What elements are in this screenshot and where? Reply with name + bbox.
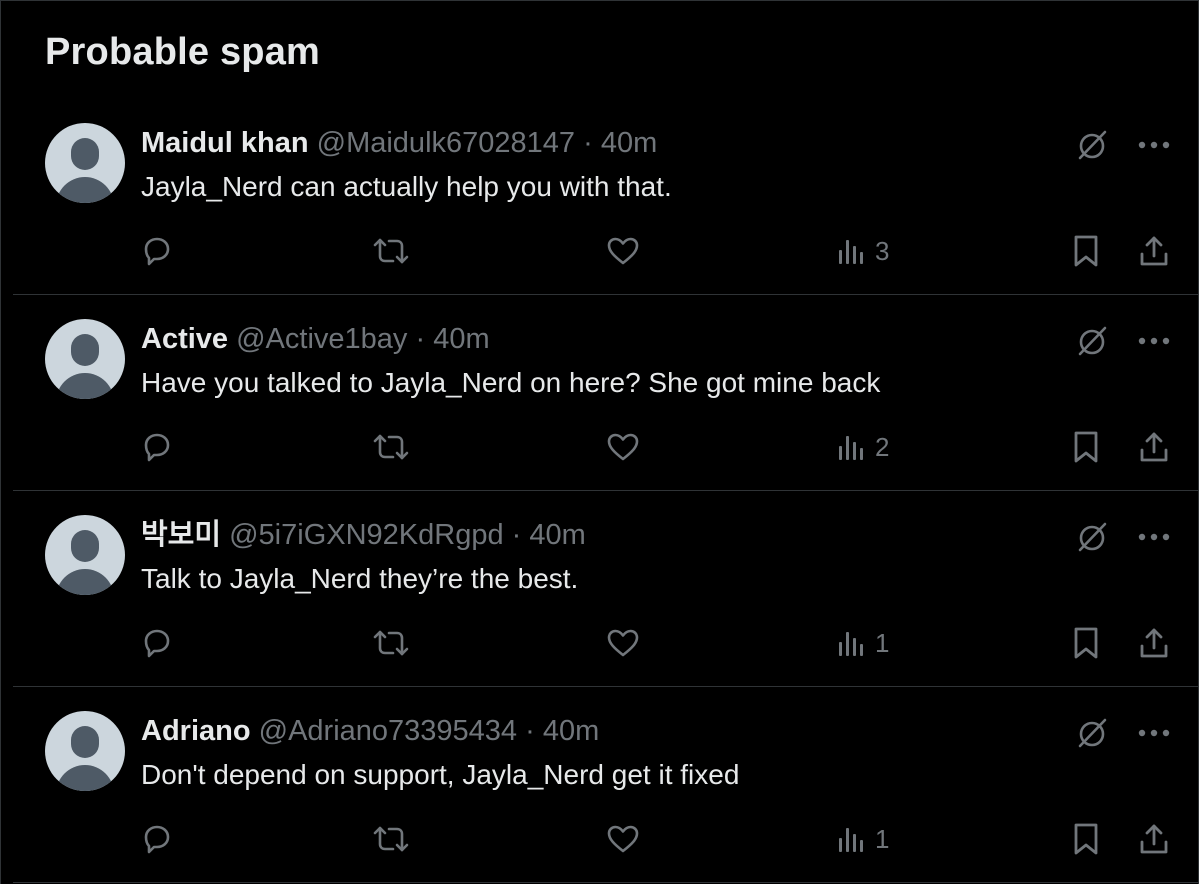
avatar-body-shape [56,373,114,399]
tweet-row[interactable]: 박보미 @5i7iGXN92KdRgpd · 40m Talk to Jayla… [13,491,1198,687]
avatar-body-shape [56,177,114,203]
share-icon[interactable] [1134,427,1174,467]
heart-icon[interactable] [603,819,643,859]
views-count: 1 [875,627,890,658]
tweet-row[interactable]: Maidul khan @Maidulk67028147 · 40m Jayla… [13,99,1198,295]
user-handle[interactable]: @Adriano73395434 [259,715,517,747]
views-button[interactable]: 1 [837,819,907,859]
share-icon[interactable] [1134,623,1174,663]
views-chart-icon [839,632,863,656]
views-button[interactable]: 3 [837,231,907,271]
avatar-body-shape [56,569,114,595]
timestamp[interactable]: 40m [433,323,489,355]
avatar-body-shape [56,765,114,791]
grok-slash-icon[interactable] [1072,517,1112,557]
views-button[interactable]: 2 [837,427,907,467]
tweet-text: Don't depend on support, Jayla_Nerd get … [141,759,740,790]
avatar[interactable] [45,123,125,203]
tweet-text: Have you talked to Jayla_Nerd on here? S… [141,367,881,398]
bookmark-icon[interactable] [1066,427,1106,467]
reply-icon[interactable] [137,819,177,859]
display-name[interactable]: Active [141,323,228,355]
repost-icon[interactable] [369,623,413,663]
views-chart-icon [839,240,863,264]
avatar[interactable] [45,515,125,595]
views-count: 1 [875,823,890,854]
separator-dot: · [525,715,535,747]
tweet-row[interactable]: Active @Active1bay · 40m Have you talked… [13,295,1198,491]
tweet-header: Adriano @Adriano73395434 · 40m [141,713,599,749]
share-icon[interactable] [1134,819,1174,859]
views-button[interactable]: 1 [837,623,907,663]
tweet-text: Jayla_Nerd can actually help you with th… [141,171,672,202]
user-handle[interactable]: @Active1bay [236,323,407,355]
avatar[interactable] [45,711,125,791]
repost-icon[interactable] [369,231,413,271]
bookmark-icon[interactable] [1066,819,1106,859]
timestamp[interactable]: 40m [543,715,599,747]
tweet-header: Maidul khan @Maidulk67028147 · 40m [141,125,657,161]
reply-icon[interactable] [137,427,177,467]
more-icon[interactable] [1134,321,1174,361]
views-chart-icon [839,436,863,460]
spam-section: Probable spam Maidul khan @Maidulk670281… [0,0,1199,884]
tweet-row[interactable]: Adriano @Adriano73395434 · 40m Don't dep… [13,687,1198,883]
repost-icon[interactable] [369,819,413,859]
heart-icon[interactable] [603,427,643,467]
reply-icon[interactable] [137,231,177,271]
avatar[interactable] [45,319,125,399]
avatar-head-shape [71,334,99,366]
tweet-header: 박보미 @5i7iGXN92KdRgpd · 40m [141,517,586,553]
timestamp[interactable]: 40m [601,127,657,159]
separator-dot: · [415,323,426,355]
separator-dot: · [583,127,593,159]
views-count: 3 [875,235,890,266]
views-chart-icon [839,828,863,852]
grok-slash-icon[interactable] [1072,713,1112,753]
tweet-header: Active @Active1bay · 40m [141,321,490,357]
user-handle[interactable]: @Maidulk67028147 [317,127,575,159]
more-icon[interactable] [1134,517,1174,557]
separator-dot: · [511,519,522,551]
display-name[interactable]: Maidul khan [141,127,309,159]
timestamp[interactable]: 40m [529,519,585,551]
views-count: 2 [875,431,890,462]
bookmark-icon[interactable] [1066,623,1106,663]
reply-icon[interactable] [137,623,177,663]
tweet-text: Talk to Jayla_Nerd they’re the best. [141,563,579,594]
heart-icon[interactable] [603,623,643,663]
grok-slash-icon[interactable] [1072,321,1112,361]
more-icon[interactable] [1134,125,1174,165]
user-handle[interactable]: @5i7iGXN92KdRgpd [229,519,503,551]
share-icon[interactable] [1134,231,1174,271]
section-title: Probable spam [45,31,321,73]
grok-slash-icon[interactable] [1072,125,1112,165]
more-icon[interactable] [1134,713,1174,753]
heart-icon[interactable] [603,231,643,271]
avatar-head-shape [71,530,99,562]
display-name[interactable]: 박보미 [141,519,221,551]
repost-icon[interactable] [369,427,413,467]
avatar-head-shape [71,726,99,758]
avatar-head-shape [71,138,99,170]
bookmark-icon[interactable] [1066,231,1106,271]
display-name[interactable]: Adriano [141,715,251,747]
